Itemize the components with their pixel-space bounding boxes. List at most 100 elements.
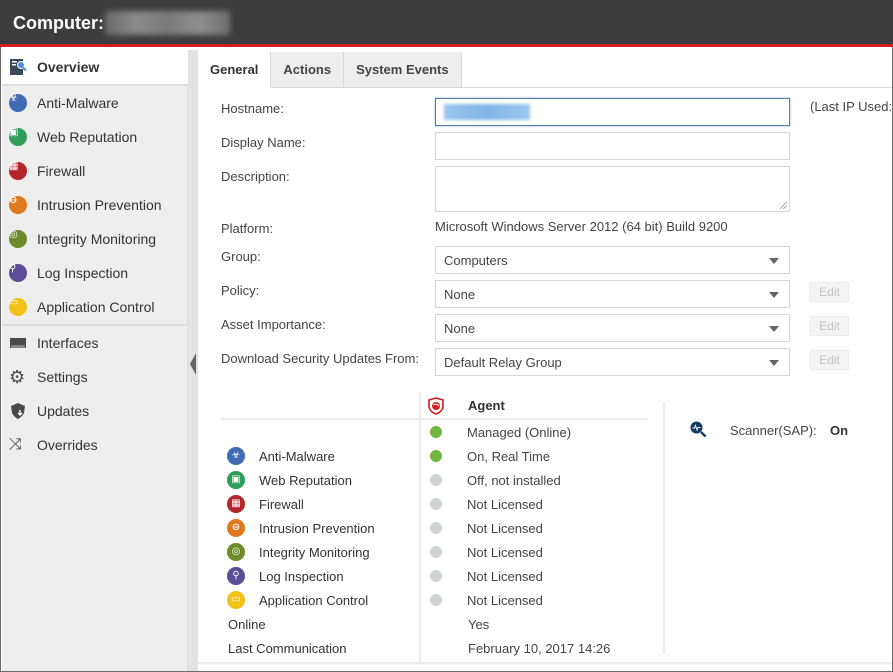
group-label: Group: <box>221 249 261 264</box>
main-panel: General Actions System Events Hostname: … <box>198 50 892 671</box>
module-row-log-inspection: ⚲ Log Inspection <box>227 565 344 587</box>
module-status-row: Not Licensed <box>430 493 543 515</box>
module-label: Web Reputation <box>259 472 352 488</box>
description-label: Description: <box>221 169 290 184</box>
integrity-monitoring-icon: ◎ <box>9 230 27 248</box>
module-row-web-reputation: ▣ Web Reputation <box>227 469 352 491</box>
sidebar-item-overview[interactable]: Overview <box>2 50 188 84</box>
sidebar-item-label: Web Reputation <box>37 129 138 145</box>
module-status-value: Not Licensed <box>467 520 543 536</box>
gear-icon: ⚙ <box>9 367 26 387</box>
asset-importance-edit-button[interactable]: Edit <box>810 316 849 336</box>
online-value: Yes <box>468 617 490 632</box>
policy-edit-button[interactable]: Edit <box>810 282 849 302</box>
module-status-value: Not Licensed <box>467 544 543 560</box>
group-select[interactable]: Computers <box>435 246 790 274</box>
module-status-value: On, Real Time <box>467 448 551 464</box>
description-textarea[interactable] <box>435 166 790 212</box>
sidebar-item-anti-malware[interactable]: ☣ Anti-Malware <box>2 86 188 120</box>
updates-icon <box>9 402 27 420</box>
display-name-input[interactable] <box>435 132 790 160</box>
last-communication-label: Last Communication <box>228 641 347 656</box>
module-label: Integrity Monitoring <box>259 544 370 560</box>
sidebar-item-interfaces[interactable]: Interfaces <box>2 326 188 360</box>
anti-malware-icon: ☣ <box>9 94 27 112</box>
sidebar-item-log-inspection[interactable]: ⚲ Log Inspection <box>2 256 188 290</box>
interfaces-icon <box>9 334 27 352</box>
policy-select-value: None <box>444 286 476 302</box>
log-inspection-icon: ⚲ <box>227 567 245 585</box>
hostname-input[interactable] <box>435 98 790 126</box>
last-communication-value: February 10, 2017 14:26 <box>468 641 611 656</box>
scanner-value: On <box>830 423 849 438</box>
footer-divider <box>198 662 892 664</box>
display-name-label: Display Name: <box>221 135 306 150</box>
sidebar-item-web-reputation[interactable]: ▣ Web Reputation <box>2 120 188 154</box>
tab-system-events[interactable]: System Events <box>344 52 462 88</box>
agent-status-row: Managed (Online) <box>430 421 571 443</box>
chevron-down-icon <box>769 258 779 264</box>
sidebar-item-label: Log Inspection <box>37 265 129 281</box>
module-row-firewall: ▦ Firewall <box>227 493 304 515</box>
sidebar-item-settings[interactable]: ⚙ Settings <box>2 360 188 394</box>
last-ip-label: (Last IP Used: <box>810 99 893 114</box>
scanner-icon <box>689 420 707 441</box>
column-divider <box>663 402 665 654</box>
module-status-value: Not Licensed <box>467 496 543 512</box>
sidebar-item-label: Application Control <box>37 299 155 315</box>
module-status-row: Not Licensed <box>430 589 543 611</box>
sidebar-item-label: Integrity Monitoring <box>37 231 157 247</box>
sidebar-item-label: Intrusion Prevention <box>37 197 162 213</box>
status-dot-icon <box>430 570 442 582</box>
chevron-down-icon <box>769 360 779 366</box>
online-label: Online <box>228 617 266 632</box>
module-label: Application Control <box>259 592 369 608</box>
sidebar-item-updates[interactable]: Updates <box>2 394 188 428</box>
module-row-intrusion-prevention: ⊖ Intrusion Prevention <box>227 517 375 539</box>
tab-bar: General Actions System Events <box>198 52 462 88</box>
module-label: Anti-Malware <box>259 448 335 464</box>
anti-malware-icon: ☣ <box>227 447 245 465</box>
sidebar-item-intrusion-prevention[interactable]: ⊖ Intrusion Prevention <box>2 188 188 222</box>
download-updates-edit-button[interactable]: Edit <box>810 350 849 370</box>
overrides-icon: ⤨ <box>9 436 22 453</box>
sidebar-item-label: Overview <box>37 59 100 75</box>
module-status-row: Off, not installed <box>430 469 561 491</box>
asset-importance-select[interactable]: None <box>435 314 790 342</box>
overview-icon <box>9 58 27 76</box>
web-reputation-icon: ▣ <box>227 471 245 489</box>
module-status-value: Off, not installed <box>467 472 561 488</box>
web-reputation-icon: ▣ <box>9 128 27 146</box>
sidebar-item-label: Overrides <box>37 437 98 453</box>
scanner-label: Scanner(SAP): <box>730 423 817 438</box>
sidebar-item-integrity-monitoring[interactable]: ◎ Integrity Monitoring <box>2 222 188 256</box>
computer-name-redacted <box>105 11 230 35</box>
module-status-row: On, Real Time <box>430 445 550 467</box>
hostname-value-redacted <box>444 104 530 120</box>
intrusion-prevention-icon: ⊖ <box>227 519 245 537</box>
sidebar-item-firewall[interactable]: ▦ Firewall <box>2 154 188 188</box>
resize-handle-icon[interactable] <box>780 202 787 209</box>
module-row-anti-malware: ☣ Anti-Malware <box>227 445 335 467</box>
agent-header: Agent <box>468 398 505 413</box>
module-status-row: Not Licensed <box>430 565 543 587</box>
title-bar: Computer: <box>0 0 893 47</box>
module-status-row: Not Licensed <box>430 541 543 563</box>
tab-actions[interactable]: Actions <box>271 52 345 88</box>
chevron-down-icon <box>769 326 779 332</box>
status-dot-icon <box>430 546 442 558</box>
sidebar-collapse-handle[interactable] <box>188 50 198 671</box>
download-updates-select[interactable]: Default Relay Group <box>435 348 790 376</box>
sidebar-item-overrides[interactable]: ⤨ Overrides <box>2 428 188 462</box>
platform-label: Platform: <box>221 221 274 236</box>
status-dot-icon <box>430 522 442 534</box>
chevron-down-icon <box>769 292 779 298</box>
tab-general[interactable]: General <box>198 52 272 88</box>
policy-select[interactable]: None <box>435 280 790 308</box>
application-control-icon: ▭ <box>227 591 245 609</box>
module-status-value: Not Licensed <box>467 568 543 584</box>
status-dot-icon <box>430 474 442 486</box>
firewall-icon: ▦ <box>227 495 245 513</box>
sidebar-item-application-control[interactable]: ▭ Application Control <box>2 290 188 324</box>
sidebar-item-label: Settings <box>37 369 88 385</box>
